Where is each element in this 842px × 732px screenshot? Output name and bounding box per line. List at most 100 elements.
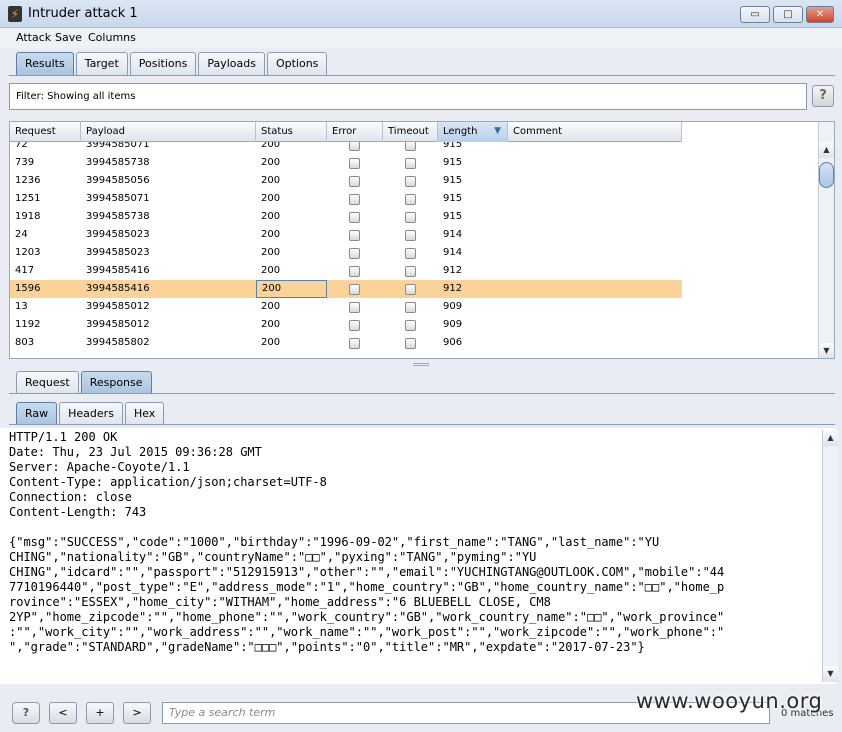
response-vertical-scrollbar[interactable]: ▲ ▼	[822, 430, 838, 682]
window-title: Intruder attack 1	[28, 6, 138, 21]
previous-match-button[interactable]: <	[49, 702, 77, 724]
cell-request: 1192	[15, 319, 41, 330]
response-line: {"msg":"SUCCESS","code":"1000","birthday…	[9, 535, 660, 549]
response-line: ","grade":"STANDARD","gradeName":"□□□","…	[9, 640, 645, 654]
splitter-grip-icon[interactable]	[413, 363, 429, 366]
cell-length: 915	[443, 157, 463, 168]
minimize-button[interactable]: ▭	[740, 6, 770, 23]
cell-request: 739	[15, 157, 35, 168]
cell-status: 200	[261, 265, 281, 276]
cell-length: 914	[443, 247, 463, 258]
close-button[interactable]: ✕	[806, 6, 834, 23]
tab-options[interactable]: Options	[266, 52, 328, 75]
scroll-up-icon[interactable]: ▲	[819, 142, 834, 158]
table-row[interactable]: 24 3994585023 200 914	[10, 226, 682, 244]
column-header-error[interactable]: Error	[327, 122, 383, 142]
add-search-button[interactable]: +	[86, 702, 114, 724]
cell-status: 200	[261, 319, 281, 330]
table-row[interactable]: 1596 3994585416 200 912	[10, 280, 682, 298]
tab-divider	[9, 75, 835, 76]
cell-request: 1918	[15, 211, 41, 222]
pane-splitter[interactable]	[0, 362, 842, 368]
menu-columns[interactable]: Columns	[88, 31, 136, 44]
response-scroll-up-icon[interactable]: ▲	[823, 430, 838, 446]
cell-status: 200	[261, 193, 281, 204]
column-header-payload[interactable]: Payload	[81, 122, 256, 142]
response-line: Content-Length: 743	[9, 505, 147, 519]
error-checkbox	[349, 266, 360, 277]
cell-status: 200	[261, 229, 281, 240]
cell-payload: 3994585023	[86, 247, 150, 258]
view-tab-divider	[9, 424, 835, 425]
watermark: www.wooyun.org	[636, 689, 823, 713]
timeout-checkbox	[405, 302, 416, 313]
timeout-checkbox	[405, 338, 416, 349]
error-checkbox	[349, 320, 360, 331]
error-checkbox	[349, 158, 360, 169]
table-row[interactable]: 803 3994585802 200 906	[10, 334, 682, 352]
tab-hex[interactable]: Hex	[124, 402, 165, 425]
view-tabs: Raw Headers Hex	[16, 402, 166, 425]
error-checkbox	[349, 230, 360, 241]
cell-length: 906	[443, 337, 463, 348]
cell-payload: 3994585738	[86, 157, 150, 168]
scroll-thumb[interactable]	[819, 162, 834, 188]
results-table: 72 3994585071 200 915 739 3994585738 200 915 123…	[9, 121, 835, 359]
response-scroll-down-icon[interactable]: ▼	[823, 666, 838, 682]
tab-response[interactable]: Response	[80, 371, 152, 394]
column-header-length[interactable]: Length ▼	[438, 122, 508, 142]
cell-payload: 3994585056	[86, 175, 150, 186]
cell-length: 915	[443, 211, 463, 222]
table-row[interactable]: 417 3994585416 200 912	[10, 262, 682, 280]
menu-bar: Attack Save Columns	[0, 28, 842, 48]
response-line: Connection: close	[9, 490, 132, 504]
cell-status: 200	[256, 280, 327, 298]
response-line	[9, 520, 836, 535]
results-vertical-scrollbar[interactable]: ▲ ▼	[818, 122, 834, 358]
title-bar: ⚡ Intruder attack 1 ▭ □ ✕	[0, 0, 842, 28]
tab-request[interactable]: Request	[16, 371, 79, 394]
tab-raw[interactable]: Raw	[16, 402, 58, 425]
maximize-button[interactable]: □	[773, 6, 803, 23]
timeout-checkbox	[405, 320, 416, 331]
cell-request: 1251	[15, 193, 41, 204]
tab-headers[interactable]: Headers	[59, 402, 123, 425]
filter-bar[interactable]: Filter: Showing all items	[9, 83, 807, 110]
table-row[interactable]: 13 3994585012 200 909	[10, 298, 682, 316]
cell-status: 200	[261, 337, 281, 348]
cell-length: 909	[443, 319, 463, 330]
tab-payloads[interactable]: Payloads	[198, 52, 265, 75]
column-header-status[interactable]: Status	[256, 122, 327, 142]
sort-descending-icon: ▼	[494, 126, 501, 136]
table-row[interactable]: 739 3994585738 200 915	[10, 154, 682, 172]
error-checkbox	[349, 302, 360, 313]
error-checkbox	[349, 338, 360, 349]
table-row[interactable]: 1918 3994585738 200 915	[10, 208, 682, 226]
scroll-down-icon[interactable]: ▼	[819, 343, 834, 358]
cell-length: 914	[443, 229, 463, 240]
search-help-button[interactable]: ?	[12, 702, 40, 724]
table-row[interactable]: 1203 3994585023 200 914	[10, 244, 682, 262]
tab-positions[interactable]: Positions	[129, 52, 197, 75]
table-row[interactable]: 1192 3994585012 200 909	[10, 316, 682, 334]
column-header-request[interactable]: Request	[10, 122, 81, 142]
menu-attack[interactable]: Attack	[16, 31, 51, 44]
table-row[interactable]: 1236 3994585056 200 915	[10, 172, 682, 190]
cell-request: 1236	[15, 175, 41, 186]
help-button[interactable]: ?	[812, 85, 834, 107]
tab-results[interactable]: Results	[16, 52, 74, 75]
error-checkbox	[349, 176, 360, 187]
column-header-timeout[interactable]: Timeout	[383, 122, 438, 142]
cell-status: 200	[261, 301, 281, 312]
response-raw-text[interactable]: HTTP/1.1 200 OK Date: Thu, 23 Jul 2015 09…	[0, 428, 836, 684]
timeout-checkbox	[405, 248, 416, 259]
next-match-button[interactable]: >	[123, 702, 151, 724]
tab-target[interactable]: Target	[75, 52, 128, 75]
table-row[interactable]: 1251 3994585071 200 915	[10, 190, 682, 208]
menu-save[interactable]: Save	[55, 31, 82, 44]
cell-request: 24	[15, 229, 28, 240]
timeout-checkbox	[405, 194, 416, 205]
response-line: Content-Type: application/json;charset=U…	[9, 475, 327, 489]
column-header-comment[interactable]: Comment	[508, 122, 682, 142]
results-table-header: Request Payload Status Error Timeout Len…	[10, 122, 682, 142]
